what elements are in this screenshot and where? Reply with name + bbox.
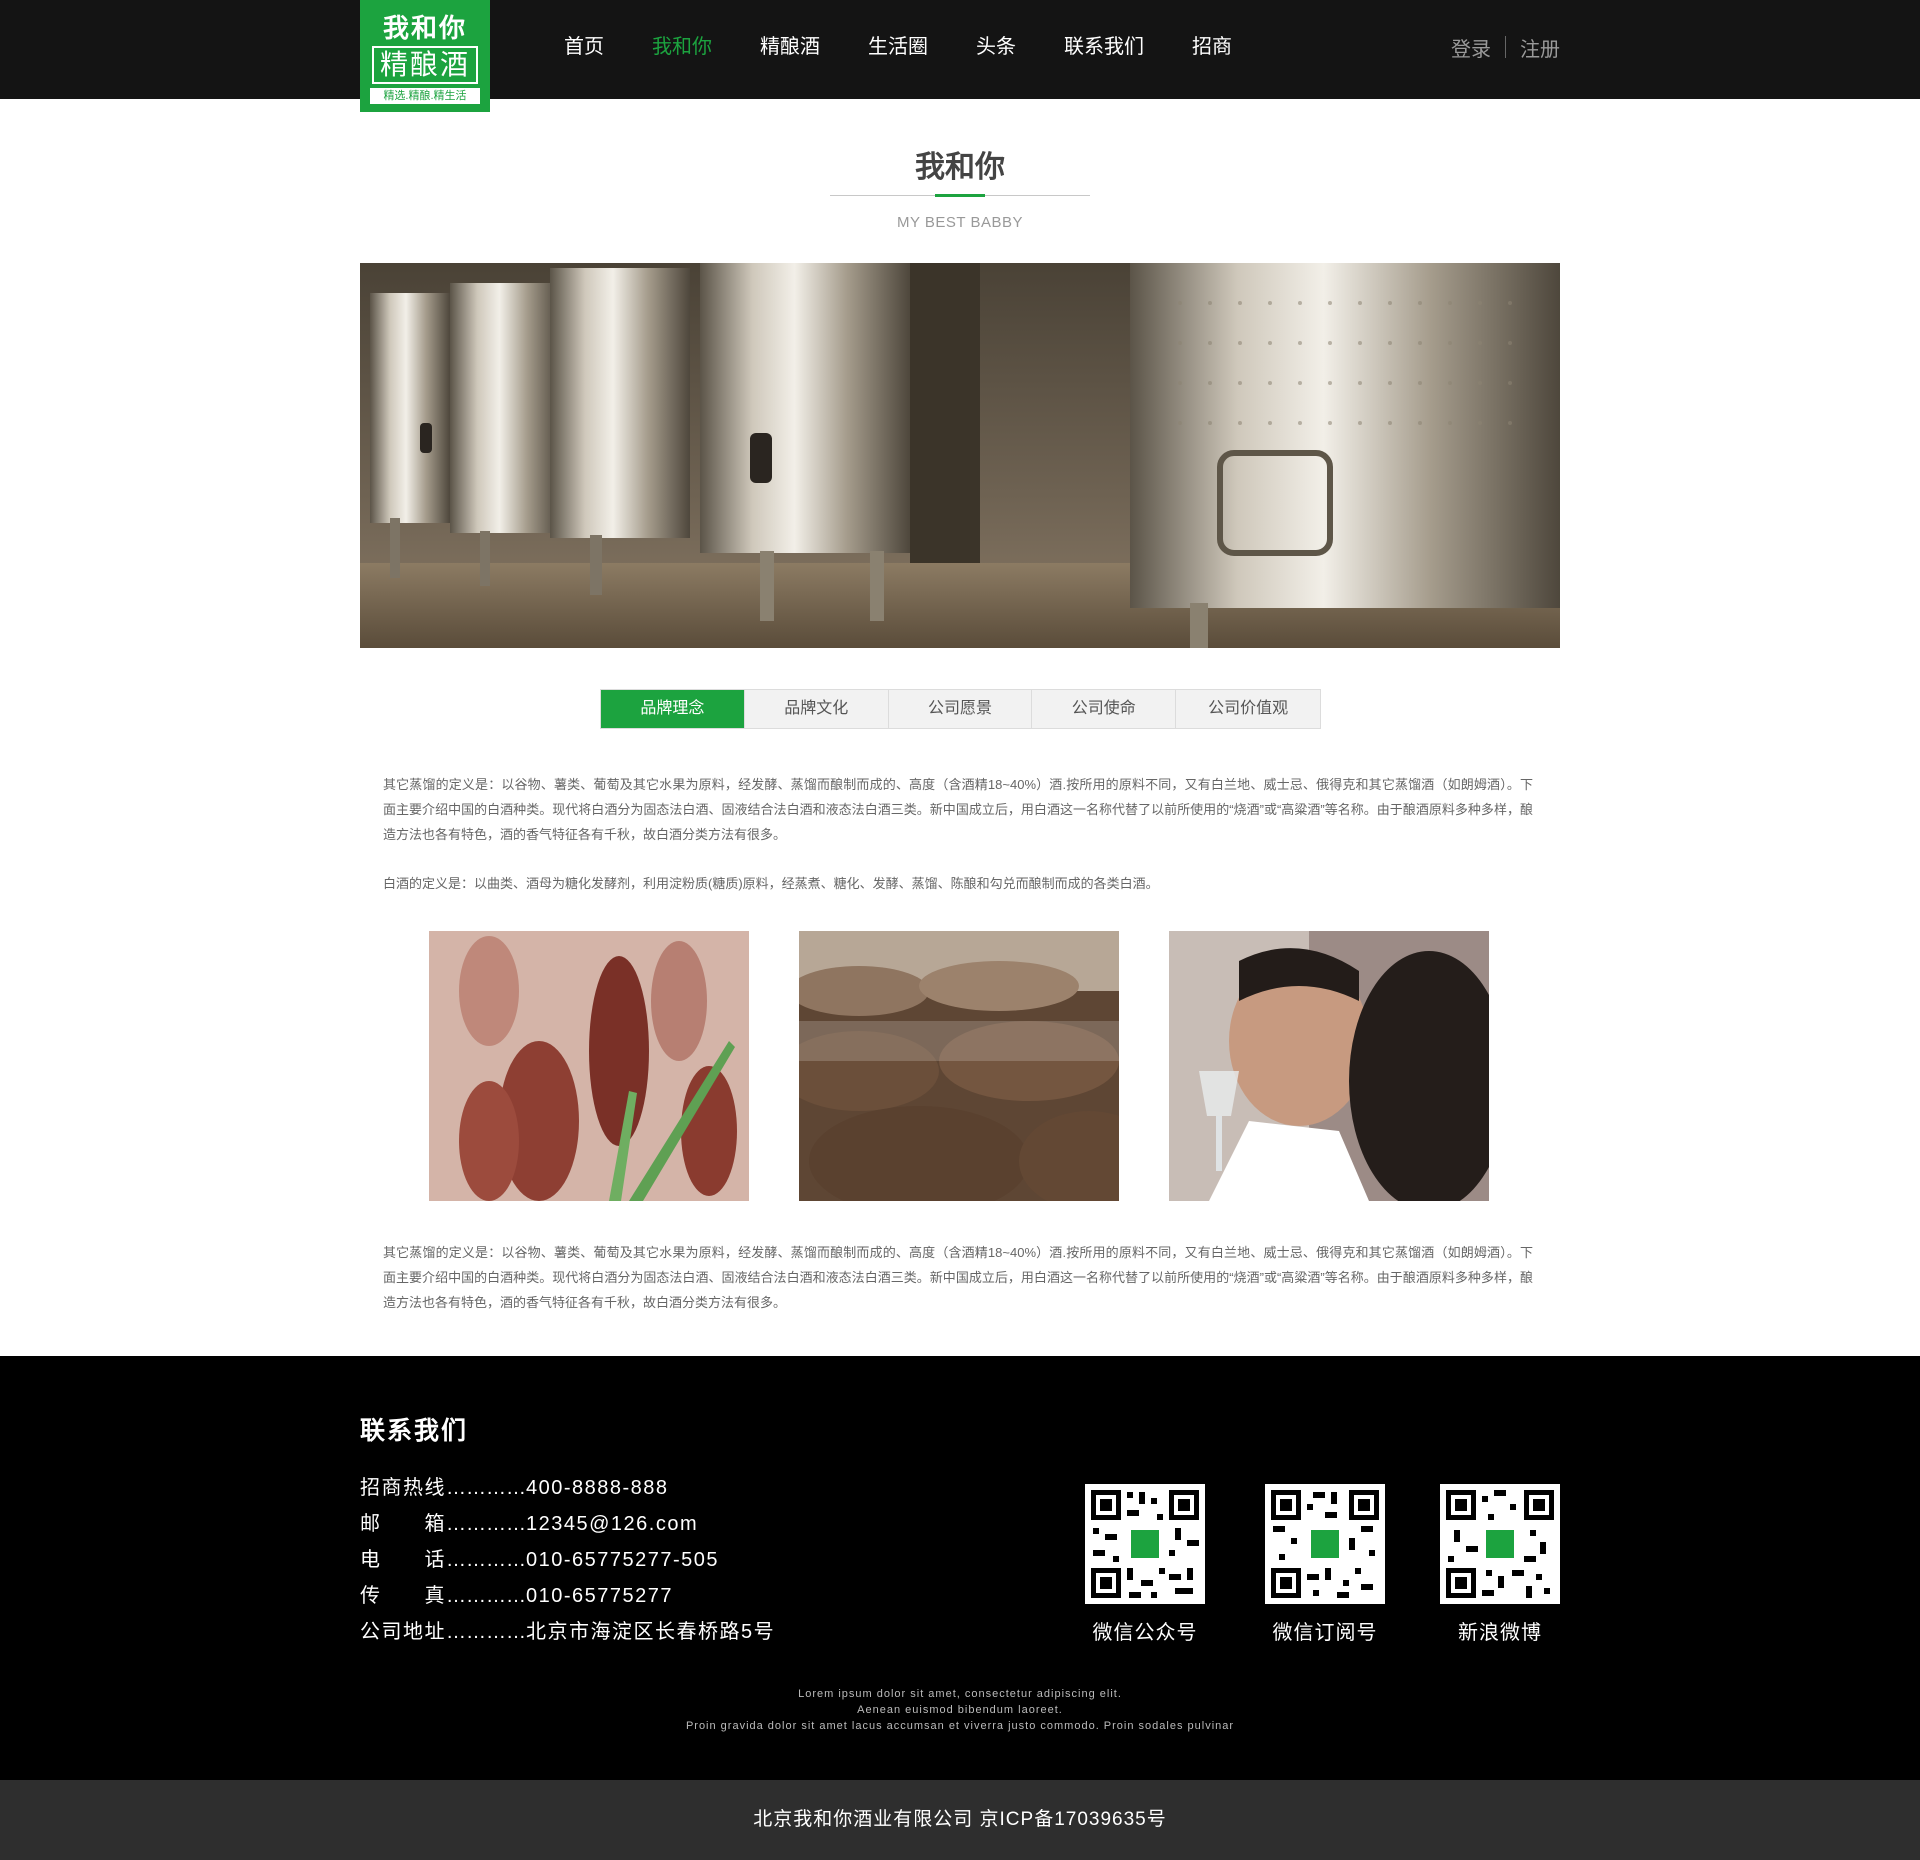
nav-item-home[interactable]: 首页 <box>540 0 628 99</box>
contact-row-phone: 电 话…………010-65775277-505 <box>360 1542 775 1578</box>
contact-dots: ………… <box>446 1585 526 1607</box>
login-link[interactable]: 登录 <box>1451 33 1491 62</box>
contact-dots: ………… <box>446 1477 526 1499</box>
contact-label: 公司地址 <box>360 1621 446 1643</box>
contact-list: 招商热线…………400-8888-888 邮 箱…………12345@126.co… <box>360 1470 775 1650</box>
register-link[interactable]: 注册 <box>1520 33 1560 62</box>
site-logo[interactable]: 我和你 精酿酒 精选.精酿.精生活 <box>360 0 490 112</box>
contact-dots: ………… <box>446 1621 526 1643</box>
tab-brand-culture[interactable]: 品牌文化 <box>744 690 889 728</box>
banner-image-brewery-tanks <box>360 263 1560 648</box>
contact-row-fax: 传 真…………010-65775277 <box>360 1578 775 1614</box>
contact-label: 电 话 <box>360 1549 446 1571</box>
qr-label: 微信公众号 <box>1092 1622 1198 1644</box>
content-paragraph: 白酒的定义是：以曲类、酒母为糖化发酵剂，利用淀粉质(糖质)原料，经蒸煮、糖化、发… <box>383 876 1159 891</box>
footer-lorem-line: Proin gravida dolor sit amet lacus accum… <box>685 1720 1235 1732</box>
copyright-text: 北京我和你酒业有限公司 京ICP备17039635号 <box>753 1809 1167 1830</box>
nav-item-franchise[interactable]: 招商 <box>1168 0 1256 99</box>
contact-value: 010-65775277 <box>526 1585 674 1607</box>
photo-fermented-grain <box>799 931 1119 1201</box>
logo-slogan: 精选.精酿.精生活 <box>370 88 480 104</box>
content-paragraph: 其它蒸馏的定义是：以谷物、薯类、葡萄及其它水果为原料，经发酵、蒸馏而酿制而成的、… <box>383 1245 1533 1310</box>
contact-label: 传 真 <box>360 1585 446 1607</box>
qr-code-icon <box>1265 1484 1385 1604</box>
tab-company-mission[interactable]: 公司使命 <box>1032 690 1177 728</box>
photo-sorghum <box>429 931 749 1201</box>
qr-code-icon <box>1440 1484 1560 1604</box>
qr-label: 微信订阅号 <box>1272 1622 1378 1644</box>
copyright-bar: 北京我和你酒业有限公司 京ICP备17039635号 <box>0 1780 1920 1860</box>
main-nav: 首页 我和你 精酿酒 生活圈 头条 联系我们 招商 <box>540 0 1256 99</box>
logo-brand-name: 我和你 <box>382 14 467 44</box>
contact-value: 北京市海淀区长春桥路5号 <box>526 1621 776 1643</box>
contact-dots: ………… <box>446 1513 526 1535</box>
footer-lorem-line: Aenean euismod bibendum laoreet. <box>857 1704 1063 1716</box>
nav-item-lifestyle[interactable]: 生活圈 <box>844 0 952 99</box>
footer-title: 联系我们 <box>360 1417 469 1445</box>
qr-label: 新浪微博 <box>1458 1622 1542 1644</box>
contact-row-address: 公司地址…………北京市海淀区长春桥路5号 <box>360 1614 775 1650</box>
footer-lorem-text: Lorem ipsum dolor sit amet, consectetur … <box>0 1686 1920 1734</box>
qr-code-icon <box>1085 1484 1205 1604</box>
about-tabs: 品牌理念 品牌文化 公司愿景 公司使命 公司价值观 <box>600 689 1321 729</box>
contact-dots: ………… <box>446 1549 526 1571</box>
tab-brand-concept[interactable]: 品牌理念 <box>601 690 745 728</box>
contact-value[interactable]: 12345@126.com <box>526 1513 698 1535</box>
auth-links: 登录 注册 <box>1451 0 1560 94</box>
photo-wine-tasting <box>1169 931 1489 1201</box>
contact-value: 010-65775277-505 <box>526 1549 720 1571</box>
contact-label: 招商热线 <box>360 1477 446 1499</box>
qr-wechat-official: 微信公众号 <box>1085 1484 1205 1645</box>
qr-wechat-subscription: 微信订阅号 <box>1265 1484 1385 1645</box>
page-subtitle: MY BEST BABBY <box>897 214 1023 231</box>
nav-item-about[interactable]: 我和你 <box>628 0 736 99</box>
tab-company-vision[interactable]: 公司愿景 <box>888 690 1033 728</box>
contact-label: 邮 箱 <box>360 1513 446 1535</box>
footer-lorem-line: Lorem ipsum dolor sit amet, consectetur … <box>798 1688 1122 1700</box>
page-title: 我和你 <box>915 151 1005 184</box>
logo-product-name: 精酿酒 <box>372 46 478 84</box>
auth-divider <box>1505 36 1506 58</box>
nav-item-craft-beer[interactable]: 精酿酒 <box>736 0 844 99</box>
contact-value: 400-8888-888 <box>526 1477 669 1499</box>
site-header: 我和你 精酿酒 精选.精酿.精生活 首页 我和你 精酿酒 生活圈 头条 联系我们… <box>0 0 1920 112</box>
nav-item-headlines[interactable]: 头条 <box>952 0 1040 99</box>
title-divider-accent <box>935 194 985 197</box>
content-paragraph: 其它蒸馏的定义是：以谷物、薯类、葡萄及其它水果为原料，经发酵、蒸馏而酿制而成的、… <box>383 777 1533 842</box>
tab-company-values[interactable]: 公司价值观 <box>1176 690 1320 728</box>
qr-sina-weibo: 新浪微博 <box>1440 1484 1560 1645</box>
contact-row-hotline: 招商热线…………400-8888-888 <box>360 1470 775 1506</box>
contact-row-email: 邮 箱…………12345@126.com <box>360 1506 775 1542</box>
nav-item-contact[interactable]: 联系我们 <box>1040 0 1168 99</box>
site-footer: 联系我们 招商热线…………400-8888-888 邮 箱…………12345@1… <box>0 1356 1920 1780</box>
